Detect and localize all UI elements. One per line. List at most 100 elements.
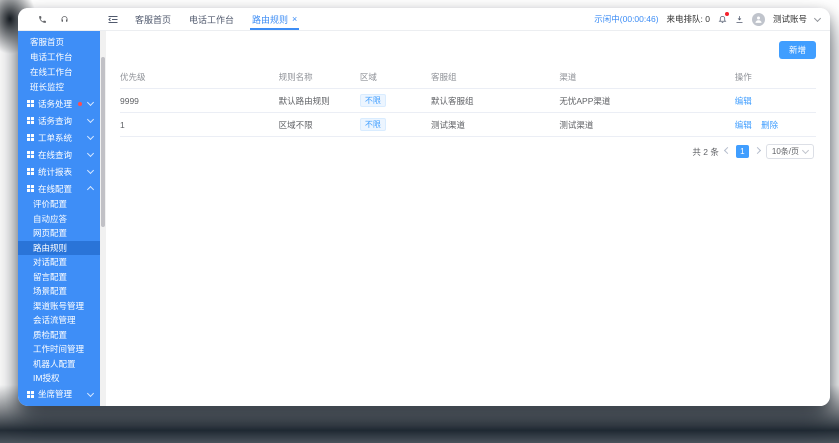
agent-group: 测试渠道 bbox=[431, 119, 466, 130]
sidebar-item-im-auth[interactable]: IM授权 bbox=[18, 371, 100, 386]
notification-bell-icon[interactable] bbox=[718, 12, 729, 24]
grid-icon bbox=[27, 151, 34, 158]
chevron-down-icon bbox=[86, 98, 95, 107]
sidebar-group-label: 在线配置 bbox=[38, 183, 73, 194]
tab-routing-rules[interactable]: 路由规则 × bbox=[243, 8, 306, 30]
sidebar-item-routing-rules[interactable]: 路由规则 bbox=[18, 240, 100, 255]
agent-group: 默认客服组 bbox=[431, 95, 474, 106]
sidebar-group-call-handling[interactable]: 话务处理 bbox=[18, 95, 100, 112]
grid-icon bbox=[27, 390, 34, 398]
sidebar-group-online-query[interactable]: 在线查询 bbox=[18, 146, 100, 163]
sidebar-group-label: 在线查询 bbox=[38, 149, 73, 160]
sidebar-item-session-flow-mgmt[interactable]: 会话流管理 bbox=[18, 313, 100, 328]
sidebar-item-label: 场景配置 bbox=[33, 286, 68, 296]
headset-icon[interactable] bbox=[60, 15, 69, 24]
app-body: 客服首页 电话工作台 在线工作台 班长监控 话务处理 话务查询 工单系统 在线查… bbox=[18, 31, 830, 406]
sidebar-item-robot-config[interactable]: 机器人配置 bbox=[18, 357, 100, 372]
chevron-down-icon bbox=[86, 115, 95, 124]
agent-call-state[interactable]: 示闲中(00:00:46) bbox=[594, 13, 658, 25]
sidebar-item-label: 机器人配置 bbox=[33, 358, 76, 369]
sidebar-item-label: IM授权 bbox=[33, 373, 60, 383]
sidebar-group-online-config[interactable]: 在线配置 bbox=[18, 180, 100, 197]
app-window: 客服首页 电话工作台 路由规则 × 示闲中(00:00:46) 来电排队: 0 bbox=[18, 8, 830, 406]
tab-home[interactable]: 客服首页 bbox=[126, 8, 180, 30]
edit-link[interactable]: 编辑 bbox=[735, 96, 752, 106]
collapse-sidebar-icon[interactable] bbox=[108, 15, 118, 24]
sidebar-item-label: 渠道账号管理 bbox=[33, 300, 85, 311]
delete-link[interactable]: 删除 bbox=[761, 120, 778, 130]
sidebar-item-label: 在线工作台 bbox=[30, 67, 73, 77]
table-row: 1 区域不限 不限 测试渠道 测试渠道 编辑 删除 bbox=[120, 113, 816, 137]
chevron-down-icon bbox=[86, 389, 95, 397]
page-size-select[interactable]: 10条/页 bbox=[765, 144, 814, 159]
chevron-down-icon bbox=[86, 149, 95, 158]
grid-icon bbox=[27, 117, 34, 124]
sidebar-item-online-workbench[interactable]: 在线工作台 bbox=[18, 65, 100, 80]
page-size-value: 10条/页 bbox=[771, 147, 799, 156]
table-header: 优先级 规则名称 区域 客服组 渠道 操作 bbox=[120, 66, 816, 89]
col-agent-group: 客服组 bbox=[431, 72, 457, 82]
sidebar-item-label: 班长监控 bbox=[30, 82, 65, 92]
sidebar-item-label: 路由规则 bbox=[33, 242, 68, 253]
grid-icon bbox=[27, 185, 34, 192]
sidebar-item-label: 自动应答 bbox=[33, 213, 68, 224]
add-button[interactable]: 新增 bbox=[778, 41, 816, 59]
softphone-controls bbox=[18, 15, 96, 24]
sidebar-item-evaluation-config[interactable]: 评价配置 bbox=[18, 197, 100, 212]
sidebar-group-label: 话务处理 bbox=[38, 98, 73, 109]
sidebar-group-ticket-system[interactable]: 工单系统 bbox=[18, 129, 100, 146]
sidebar-item-phone-workbench[interactable]: 电话工作台 bbox=[18, 50, 100, 65]
sidebar-item-auto-reply[interactable]: 自动应答 bbox=[18, 212, 100, 227]
sidebar-item-monitor[interactable]: 班长监控 bbox=[18, 80, 100, 95]
sidebar-item-scene-config[interactable]: 场景配置 bbox=[18, 284, 100, 299]
account-name[interactable]: 测试账号 bbox=[773, 13, 807, 25]
sidebar-item-label: 客服首页 bbox=[30, 37, 65, 47]
col-rule-name: 规则名称 bbox=[278, 72, 313, 82]
scrollbar-thumb[interactable] bbox=[101, 57, 105, 227]
next-page-button[interactable] bbox=[753, 146, 761, 155]
region-tag: 不限 bbox=[359, 94, 386, 107]
sidebar-item-message-config[interactable]: 留言配置 bbox=[18, 270, 100, 285]
page-number[interactable]: 1 bbox=[735, 145, 749, 158]
sidebar-item-label: 工作时间管理 bbox=[33, 344, 85, 354]
sidebar: 客服首页 电话工作台 在线工作台 班长监控 话务处理 话务查询 工单系统 在线查… bbox=[18, 31, 100, 406]
topbar: 客服首页 电话工作台 路由规则 × 示闲中(00:00:46) 来电排队: 0 bbox=[18, 8, 830, 31]
pagination-total: 共 2 条 bbox=[692, 146, 719, 157]
tab-label: 路由规则 bbox=[252, 14, 289, 25]
sidebar-scrollbar[interactable] bbox=[100, 31, 106, 406]
chevron-down-icon[interactable] bbox=[813, 14, 822, 22]
avatar[interactable] bbox=[751, 12, 765, 26]
edit-link[interactable]: 编辑 bbox=[735, 120, 752, 130]
sidebar-item-label: 电话工作台 bbox=[30, 52, 73, 62]
sidebar-group-statistics[interactable]: 统计报表 bbox=[18, 163, 100, 180]
sidebar-item-channel-account-mgmt[interactable]: 渠道账号管理 bbox=[18, 299, 100, 314]
priority-value: 1 bbox=[120, 119, 125, 130]
channel: 无忧APP渠道 bbox=[559, 95, 611, 106]
sidebar-item-worktime-mgmt[interactable]: 工作时间管理 bbox=[18, 342, 100, 357]
region-tag: 不限 bbox=[359, 118, 386, 131]
sidebar-group-call-query[interactable]: 话务查询 bbox=[18, 112, 100, 129]
sidebar-group-agent-mgmt[interactable]: 坐席管理 bbox=[18, 386, 100, 403]
grid-icon bbox=[27, 134, 34, 141]
close-icon[interactable]: × bbox=[292, 14, 297, 24]
sidebar-item-web-config[interactable]: 网页配置 bbox=[18, 226, 100, 241]
sidebar-item-label: 会话流管理 bbox=[33, 315, 76, 325]
sidebar-item-label: 评价配置 bbox=[33, 199, 68, 209]
call-queue-count: 来电排队: 0 bbox=[666, 14, 710, 24]
col-actions: 操作 bbox=[734, 72, 752, 82]
notification-badge bbox=[724, 12, 729, 16]
sidebar-item-qc-config[interactable]: 质检配置 bbox=[18, 328, 100, 343]
download-icon[interactable] bbox=[735, 15, 744, 24]
chevron-down-icon bbox=[86, 166, 95, 175]
sidebar-group-label: 统计报表 bbox=[38, 166, 73, 177]
chevron-down-icon bbox=[801, 146, 810, 155]
col-channel: 渠道 bbox=[559, 72, 577, 82]
sidebar-item-label: 对话配置 bbox=[33, 257, 68, 267]
prev-page-button[interactable] bbox=[723, 146, 731, 155]
phone-icon[interactable] bbox=[38, 15, 47, 24]
channel: 测试渠道 bbox=[559, 119, 594, 130]
rule-name: 区域不限 bbox=[278, 119, 313, 130]
sidebar-item-dialog-config[interactable]: 对话配置 bbox=[18, 255, 100, 270]
sidebar-item-home[interactable]: 客服首页 bbox=[18, 35, 100, 50]
tab-phone-workbench[interactable]: 电话工作台 bbox=[180, 8, 243, 30]
